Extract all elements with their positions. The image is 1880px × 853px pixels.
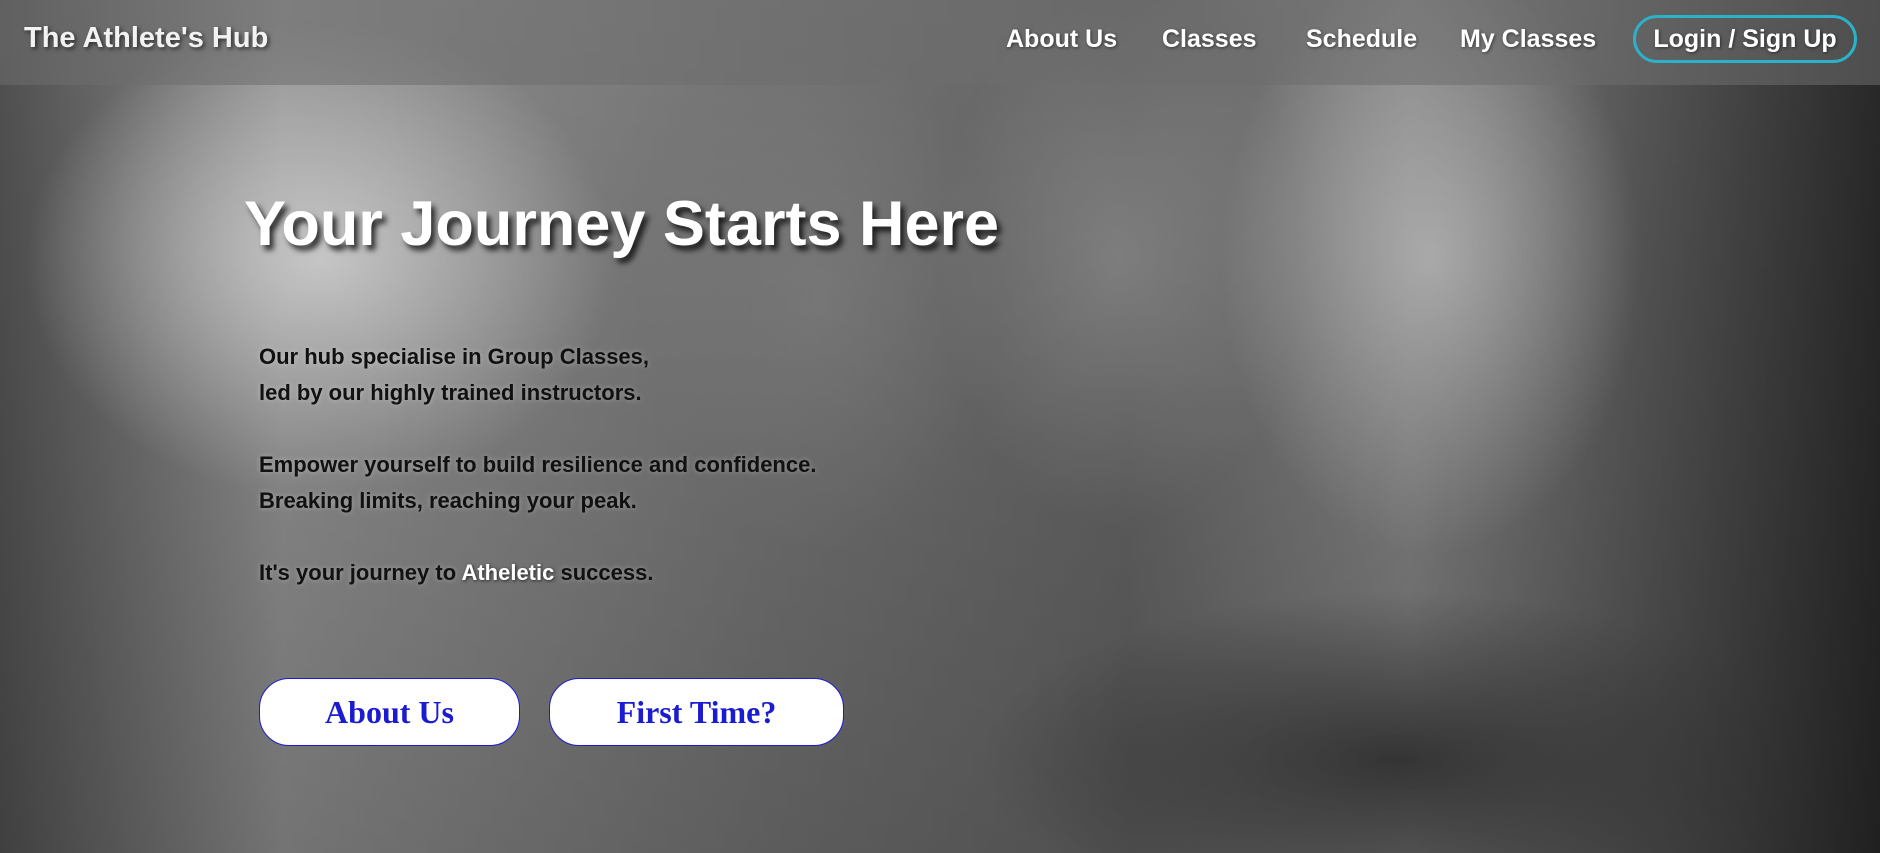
journey-suffix: success.	[554, 560, 654, 585]
hero-line-4: Breaking limits, reaching your peak.	[259, 488, 637, 513]
nav-link-about-us[interactable]: About Us	[1006, 25, 1117, 54]
hero-line-1: Our hub specialise in Group Classes,	[259, 344, 650, 369]
nav-link-classes[interactable]: Classes	[1162, 25, 1257, 54]
brand-logo-text[interactable]: The Athlete's Hub	[24, 22, 268, 55]
first-time-button[interactable]: First Time?	[549, 678, 844, 746]
hero-title: Your Journey Starts Here	[244, 189, 1000, 259]
hero-journey-line: It's your journey to Atheletic success.	[259, 560, 653, 586]
top-navbar: The Athlete's Hub About Us Classes Sched…	[0, 0, 1880, 85]
journey-highlight: Atheletic	[461, 560, 555, 585]
about-us-button[interactable]: About Us	[259, 678, 520, 746]
hero-line-3: Empower yourself to build resilience and…	[259, 452, 817, 477]
nav-link-my-classes[interactable]: My Classes	[1460, 25, 1596, 54]
journey-prefix: It's your journey to	[259, 560, 462, 585]
hero-line-2: led by our highly trained instructors.	[259, 380, 642, 405]
nav-link-schedule[interactable]: Schedule	[1306, 25, 1417, 54]
login-signup-button[interactable]: Login / Sign Up	[1633, 15, 1857, 63]
